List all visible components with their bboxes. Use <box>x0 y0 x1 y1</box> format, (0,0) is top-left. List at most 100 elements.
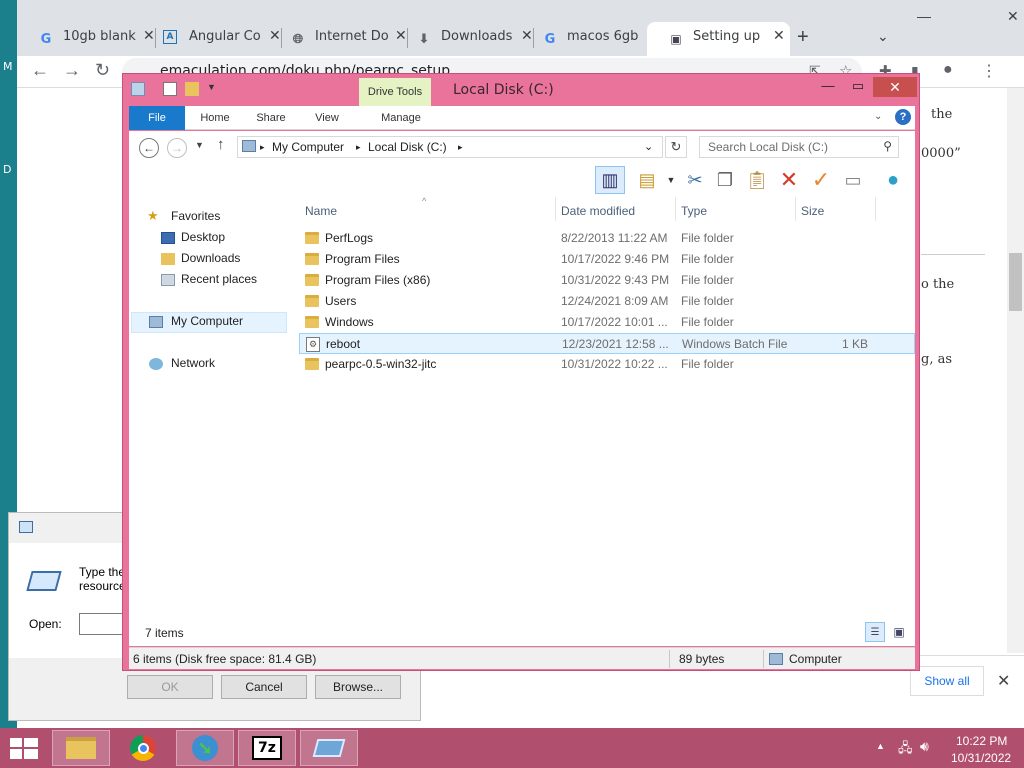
menu-kebab-icon[interactable]: ⋮ <box>981 61 997 81</box>
command-toolbar: ▥ ▤ ▼ ✂ ❐ 📋︎ ✕ ✓ ▭ ● <box>129 163 915 197</box>
browser-tab[interactable]: G macos 6gb ✕ <box>521 22 664 56</box>
column-divider <box>795 197 796 221</box>
column-header-name[interactable]: Name <box>305 204 337 218</box>
reload-icon[interactable]: ↻ <box>95 60 110 81</box>
maximize-icon[interactable]: ▭ <box>843 78 873 96</box>
delete-icon[interactable]: ✕ <box>777 167 801 192</box>
cut-icon[interactable]: ✂ <box>683 168 707 192</box>
close-icon[interactable]: ✕ <box>997 671 1010 691</box>
page-text: the <box>931 107 953 122</box>
cancel-button[interactable]: Cancel <box>221 675 307 699</box>
browser-tab[interactable]: ⬇ Downloads ✕ <box>395 22 538 56</box>
column-header-type[interactable]: Type <box>681 204 707 218</box>
internet-download-manager-icon[interactable]: ➘ <box>176 730 234 766</box>
file-row[interactable]: Users 12/24/2021 8:09 AM File folder <box>299 291 915 312</box>
breadcrumb[interactable]: ▸ My Computer ▸ Local Disk (C:) ▸ ⌄ <box>237 136 663 158</box>
run-icon[interactable] <box>300 730 358 766</box>
breadcrumb-my-computer[interactable]: My Computer <box>272 140 344 154</box>
chevron-down-icon[interactable]: ▼ <box>207 82 221 96</box>
tab-manage[interactable]: Manage <box>365 106 437 130</box>
folder-icon <box>305 316 319 328</box>
search-input[interactable]: Search Local Disk (C:) ⚲ <box>699 136 899 158</box>
network-icon[interactable]: 🖧︎ <box>898 739 913 761</box>
tab-file[interactable]: File <box>129 106 185 130</box>
large-icons-view-icon[interactable]: ▣ <box>889 622 909 642</box>
file-row[interactable]: PerfLogs 8/22/2013 11:22 AM File folder <box>299 228 915 249</box>
nav-item-favorites[interactable]: Favorites <box>171 209 220 223</box>
web-globe-icon[interactable]: ● <box>881 168 905 192</box>
file-date: 12/24/2021 8:09 AM <box>561 294 669 308</box>
folder-options-icon[interactable]: ▤ <box>635 168 659 192</box>
clock-time[interactable]: 10:22 PM <box>956 734 1007 748</box>
volume-icon[interactable]: 🔊︎ <box>920 738 929 755</box>
chevron-down-icon[interactable]: ⌄ <box>644 140 653 153</box>
minimize-icon[interactable]: — <box>917 8 931 24</box>
chevron-right-icon[interactable]: ▸ <box>458 142 463 153</box>
7zip-icon[interactable]: 7z <box>238 730 296 766</box>
minimize-icon[interactable]: — <box>813 78 843 96</box>
preview-pane-icon[interactable]: ▥ <box>595 166 625 194</box>
show-all-downloads-button[interactable]: Show all <box>910 666 984 696</box>
checkmark-icon[interactable]: ✓ <box>809 167 833 192</box>
chevron-down-icon[interactable]: ▼ <box>659 168 683 192</box>
chevron-right-icon[interactable]: ▸ <box>260 142 265 153</box>
back-arrow-icon[interactable]: ← <box>139 138 159 158</box>
computer-icon <box>149 316 163 328</box>
nav-item-recent-places[interactable]: Recent places <box>181 272 257 286</box>
tab-home[interactable]: Home <box>191 106 239 130</box>
page-scrollbar-thumb[interactable] <box>1009 253 1022 311</box>
forward-arrow-icon[interactable]: → <box>167 138 187 158</box>
file-row[interactable]: Program Files 10/17/2022 9:46 PM File fo… <box>299 249 915 270</box>
nav-item-my-computer[interactable]: My Computer <box>171 314 243 328</box>
tab-share[interactable]: Share <box>247 106 295 130</box>
breadcrumb-local-disk[interactable]: Local Disk (C:) <box>368 140 447 154</box>
ok-button[interactable]: OK <box>127 675 213 699</box>
profile-avatar-icon[interactable]: ● <box>943 61 953 79</box>
show-hidden-icons-icon[interactable]: ▲ <box>876 741 885 751</box>
browser-tab[interactable]: G 10gb blank ✕ <box>17 22 160 56</box>
close-icon[interactable]: ✕ <box>1007 8 1019 25</box>
clock-date[interactable]: 10/31/2022 <box>951 751 1011 765</box>
refresh-icon[interactable]: ↻ <box>665 136 687 158</box>
close-icon[interactable]: ✕ <box>773 28 785 44</box>
up-arrow-icon[interactable]: ↑ <box>217 136 225 153</box>
chrome-glyph-center <box>137 742 149 754</box>
browse-button[interactable]: Browse... <box>315 675 401 699</box>
nav-item-desktop[interactable]: Desktop <box>181 230 225 244</box>
browser-tab[interactable]: 🌐︎ Internet Do ✕ <box>269 22 412 56</box>
tab-view[interactable]: View <box>303 106 351 130</box>
details-view-icon[interactable]: ☰ <box>865 622 885 642</box>
file-row-selected[interactable]: ⚙ reboot 12/23/2021 12:58 ... Windows Ba… <box>299 333 915 354</box>
copy-icon[interactable]: ❐ <box>713 168 737 192</box>
page-text: 0000” <box>921 146 961 161</box>
browser-tab[interactable]: A Angular Co ✕ <box>143 22 286 56</box>
paste-icon[interactable]: 📋︎ <box>745 168 769 192</box>
browser-tab-active[interactable]: ▣ Setting up ✕ <box>647 22 790 56</box>
windows-start-icon[interactable] <box>10 738 38 760</box>
page-scrollbar[interactable] <box>1007 88 1024 653</box>
chrome-icon[interactable] <box>114 730 172 766</box>
nav-item-network[interactable]: Network <box>171 356 215 370</box>
file-explorer-icon[interactable] <box>52 730 110 766</box>
properties-icon[interactable] <box>163 82 177 96</box>
column-header-size[interactable]: Size <box>801 204 824 218</box>
chrome-glyph <box>130 735 156 761</box>
chevron-down-icon[interactable]: ⌄ <box>874 111 882 122</box>
forward-arrow-icon[interactable]: → <box>63 60 81 81</box>
file-row[interactable]: Windows 10/17/2022 10:01 ... File folder <box>299 312 915 333</box>
back-arrow-icon[interactable]: ← <box>31 60 49 81</box>
new-folder-icon[interactable] <box>185 82 199 96</box>
close-button[interactable]: ✕ <box>873 77 917 97</box>
rename-icon[interactable]: ▭ <box>841 168 865 192</box>
google-icon: G <box>544 31 556 47</box>
chevron-down-icon[interactable]: ▼ <box>195 140 204 150</box>
column-header-date[interactable]: Date modified <box>561 204 635 218</box>
new-tab-button[interactable]: + <box>797 26 809 49</box>
folder-icon <box>305 274 319 286</box>
nav-item-downloads[interactable]: Downloads <box>181 251 240 265</box>
help-icon[interactable]: ? <box>895 109 911 125</box>
file-row[interactable]: pearpc-0.5-win32-jitc 10/31/2022 10:22 .… <box>299 354 915 375</box>
chevron-down-icon[interactable]: ⌄ <box>877 28 889 45</box>
file-row[interactable]: Program Files (x86) 10/31/2022 9:43 PM F… <box>299 270 915 291</box>
chevron-right-icon[interactable]: ▸ <box>356 142 361 153</box>
